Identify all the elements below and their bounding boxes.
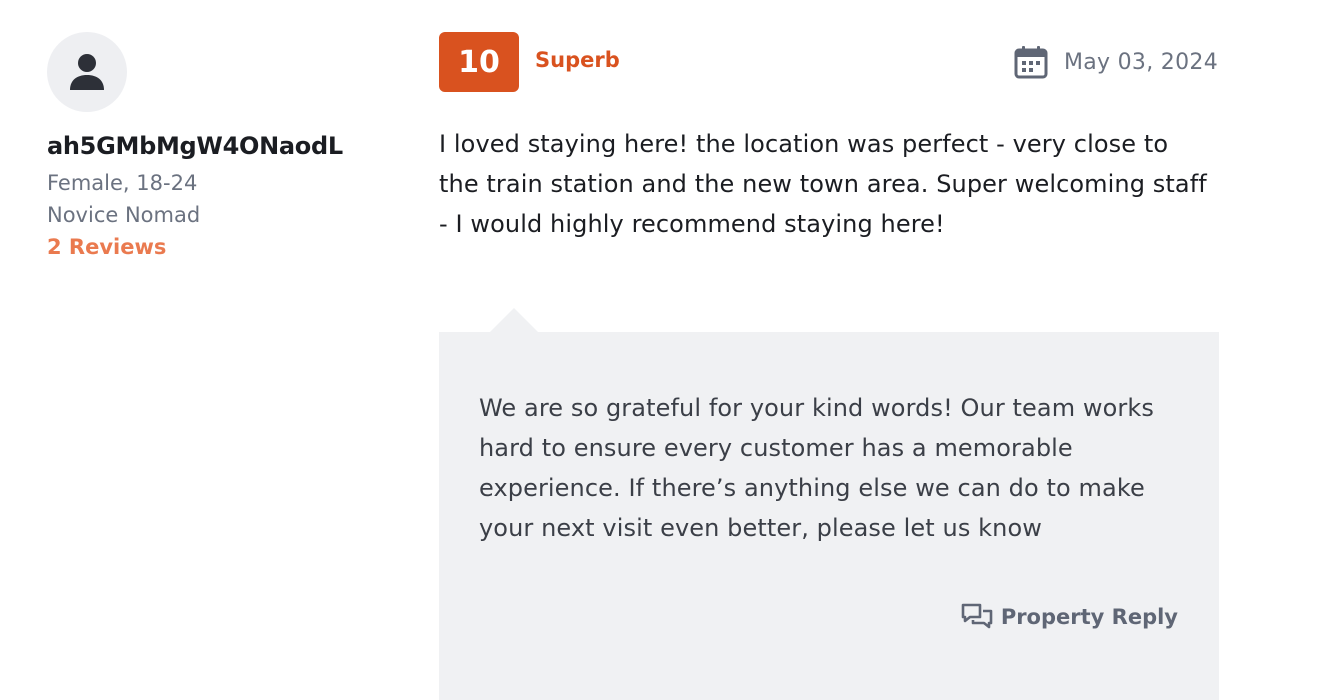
reviews-count-link[interactable]: 2 Reviews <box>47 235 166 259</box>
rating-label: Superb <box>535 48 620 72</box>
review-date: May 03, 2024 <box>1063 49 1218 75</box>
chat-bubbles-icon <box>961 603 993 629</box>
property-reply-box: We are so grateful for your kind words! … <box>439 332 1219 700</box>
avatar <box>47 32 127 112</box>
reviewer-name: ah5GMbMgW4ONaodL <box>47 132 343 160</box>
property-reply-text: Property Reply <box>1000 605 1178 629</box>
review-date-group: May 03, 2024 <box>1014 44 1218 80</box>
reviewer-level: Novice Nomad <box>47 203 201 227</box>
reviewer-demographic: Female, 18-24 <box>47 171 198 195</box>
property-reply-label: Property Reply <box>961 602 1178 632</box>
reply-pointer <box>489 308 539 333</box>
rating-score-badge: 10 <box>439 32 519 92</box>
reply-text: We are so grateful for your kind words! … <box>479 394 1154 542</box>
calendar-icon <box>1014 46 1048 79</box>
user-icon <box>70 54 104 90</box>
review-text: I loved staying here! the location was p… <box>439 130 1207 238</box>
review-card: ah5GMbMgW4ONaodL Female, 18-24 Novice No… <box>0 0 1320 700</box>
